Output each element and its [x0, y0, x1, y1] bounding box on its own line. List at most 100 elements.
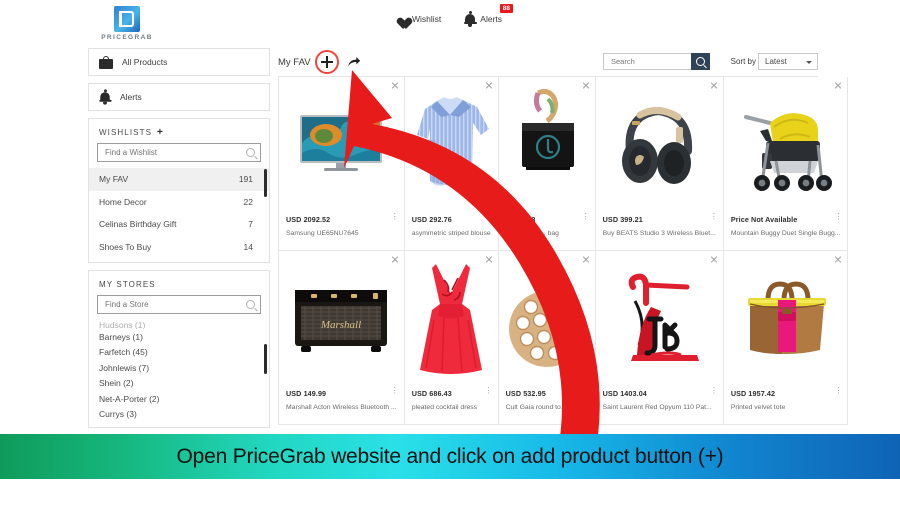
product-price: USD 248 — [505, 215, 536, 224]
product-card[interactable]: USD 686.43 ⋮ pleated cocktail dress — [404, 251, 499, 425]
product-image-tv — [279, 77, 404, 212]
close-icon[interactable] — [834, 81, 842, 89]
share-icon[interactable] — [347, 56, 361, 68]
sidebar: All Products Alerts WISHLISTS + Find a W… — [88, 48, 270, 432]
svg-text:Marshall: Marshall — [320, 319, 361, 331]
store-row-farfetch[interactable]: Farfetch (45) — [89, 345, 269, 361]
wishlist-label: Home Decor — [99, 196, 147, 207]
product-card[interactable]: USD 292.76 ⋮ asymmetric striped blouse — [404, 77, 499, 251]
wishlist-scrollbar[interactable] — [264, 169, 267, 197]
wishlist-count: 7 — [248, 219, 253, 230]
header-alerts-button[interactable]: Alerts 88 — [463, 4, 513, 27]
chevron-down-icon — [806, 61, 812, 64]
store-scrollbar[interactable] — [264, 344, 267, 374]
product-card[interactable]: USD 399.21 ⋮ Buy BEATS Studio 3 Wireless… — [595, 77, 724, 251]
product-price: USD 1403.04 — [602, 389, 647, 398]
wishlist-search-field[interactable] — [97, 143, 261, 162]
store-search-field[interactable] — [97, 295, 261, 314]
product-card[interactable]: USD 248 ⋮ customisab... bag — [498, 77, 596, 251]
wishlists-panel: WISHLISTS + My FAV 191 Home Decor 22 — [88, 118, 270, 263]
wishlist-list: My FAV 191 Home Decor 22 Celinas Birthda… — [89, 168, 269, 258]
store-row-barneys[interactable]: Barneys (1) — [89, 329, 269, 345]
close-icon[interactable] — [710, 255, 718, 263]
product-menu-button[interactable]: ⋮ — [391, 213, 399, 221]
store-search-input[interactable] — [103, 299, 255, 310]
content-area: My FAV Sort by — [278, 48, 849, 425]
pricegrab-logo[interactable]: PRICEGRAB — [97, 6, 157, 41]
header-actions: Wishlist Alerts 88 — [395, 4, 513, 27]
product-image-round-bag — [499, 251, 595, 386]
close-icon[interactable] — [391, 81, 399, 89]
close-icon[interactable] — [485, 81, 493, 89]
content-toolbar: My FAV Sort by — [278, 48, 818, 76]
wishlist-count: 191 — [238, 174, 253, 185]
product-image-stroller — [724, 77, 848, 212]
add-wishlist-button[interactable]: + — [157, 127, 164, 137]
sidebar-item-all-products[interactable]: All Products — [88, 48, 270, 76]
product-price: USD 292.76 — [411, 215, 452, 224]
wishlists-heading: WISHLISTS — [99, 128, 153, 137]
product-card[interactable]: USD 532.95 ⋮ Cult Gaia round to... — [498, 251, 596, 425]
product-menu-button[interactable]: ⋮ — [834, 387, 842, 395]
product-menu-button[interactable]: ⋮ — [582, 213, 590, 221]
pricegrab-app: PRICEGRAB Wishlist Alerts 88 All Product… — [0, 0, 900, 432]
close-icon[interactable] — [582, 81, 590, 89]
store-label: Johnlewis (7) — [99, 362, 150, 373]
close-icon[interactable] — [710, 81, 718, 89]
product-menu-button[interactable]: ⋮ — [710, 213, 718, 221]
store-label: Farfetch (45) — [99, 347, 148, 358]
wishlist-label: My FAV — [99, 174, 129, 185]
store-row-clipped[interactable]: Hudsons (1) — [89, 320, 269, 329]
close-icon[interactable] — [834, 255, 842, 263]
store-label: Hudsons (1) — [99, 320, 146, 329]
product-menu-button[interactable]: ⋮ — [834, 213, 842, 221]
wishlist-count: 22 — [243, 196, 253, 207]
add-product-highlight-ring — [314, 50, 339, 74]
search-field[interactable] — [603, 53, 691, 70]
search-input[interactable] — [609, 56, 686, 67]
sidebar-item-alerts[interactable]: Alerts — [88, 83, 270, 111]
pricegrab-logo-text: PRICEGRAB — [101, 34, 153, 41]
store-row-net-a-porter[interactable]: Net-A-Porter (2) — [89, 391, 269, 407]
store-row-johnlewis[interactable]: Johnlewis (7) — [89, 360, 269, 376]
close-icon[interactable] — [582, 255, 590, 263]
product-card[interactable]: USD 2092.52 ⋮ Samsung UE65NU7645 — [279, 77, 405, 251]
alerts-badge: 88 — [500, 4, 513, 13]
wishlist-row-celinas-birthday-gift[interactable]: Celinas Birthday Gift 7 — [89, 213, 269, 236]
stores-heading-row: MY STORES — [89, 271, 269, 295]
search-group — [603, 53, 710, 70]
product-grid: USD 2092.52 ⋮ Samsung UE65NU7645 USD 292… — [278, 76, 849, 425]
search-icon — [246, 148, 255, 157]
wishlist-row-my-fav[interactable]: My FAV 191 — [89, 168, 269, 191]
product-menu-button[interactable]: ⋮ — [485, 387, 493, 395]
close-icon[interactable] — [391, 255, 399, 263]
store-row-shein[interactable]: Shein (2) — [89, 376, 269, 392]
add-product-button[interactable] — [314, 50, 339, 74]
store-row-currys[interactable]: Currys (3) — [89, 407, 269, 423]
sort-by-select[interactable]: Latest — [758, 53, 818, 70]
product-menu-button[interactable]: ⋮ — [710, 387, 718, 395]
sidebar-alerts-label: Alerts — [120, 92, 142, 102]
product-menu-button[interactable]: ⋮ — [485, 213, 493, 221]
product-name: Marshall Acton Wireless Bluetooth ... — [286, 404, 397, 411]
page-title: My FAV — [278, 56, 311, 68]
product-price: USD 149.99 — [286, 389, 327, 398]
header-wishlist-button[interactable]: Wishlist — [395, 13, 441, 25]
search-button[interactable] — [691, 53, 710, 70]
product-card[interactable]: USD 1403.04 ⋮ Saint Laurent Red Opyum 11… — [595, 251, 724, 425]
product-name: customisab... bag — [505, 230, 559, 237]
store-label: Barneys (1) — [99, 331, 143, 342]
header-wishlist-label: Wishlist — [412, 14, 442, 24]
product-image-speaker: Marshall — [279, 251, 404, 386]
product-menu-button[interactable]: ⋮ — [391, 387, 399, 395]
wishlist-row-shoes-to-buy[interactable]: Shoes To Buy 14 — [89, 236, 269, 259]
product-card[interactable]: Price Not Available ⋮ Mountain Buggy Due… — [723, 77, 849, 251]
product-card[interactable]: Marshall USD 149.99 ⋮ Marshall Acton Wir… — [279, 251, 405, 425]
wishlist-search-input[interactable] — [103, 147, 255, 158]
close-icon[interactable] — [485, 255, 493, 263]
sidebar-all-products-label: All Products — [122, 57, 168, 67]
product-menu-button[interactable]: ⋮ — [582, 387, 590, 395]
wishlist-row-home-decor[interactable]: Home Decor 22 — [89, 191, 269, 214]
wishlists-heading-row: WISHLISTS + — [89, 119, 269, 143]
product-card[interactable]: USD 1957.42 ⋮ Printed velvet tote — [723, 251, 849, 425]
